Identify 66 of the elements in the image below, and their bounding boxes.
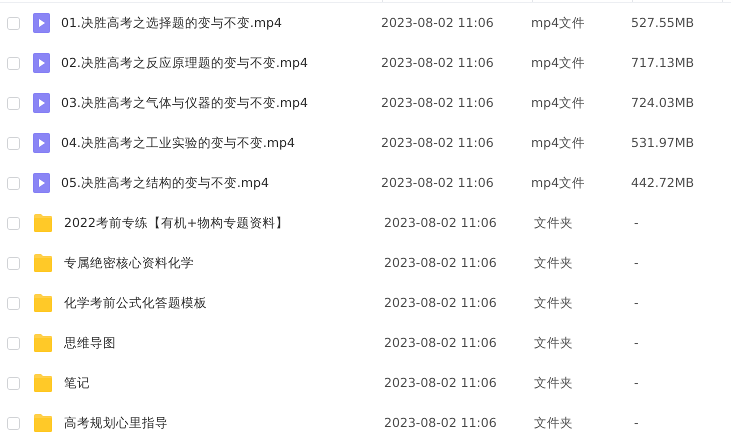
modified-date: 2023-08-02 11:06 <box>381 174 495 192</box>
file-size: 724.03MB <box>631 94 694 112</box>
file-type: 文件夹 <box>534 214 574 232</box>
file-name[interactable]: 02.决胜高考之反应原理题的变与不变.mp4 <box>61 54 381 72</box>
modified-date: 2023-08-02 11:06 <box>381 134 495 152</box>
file-type: mp4文件 <box>531 54 586 72</box>
checkbox[interactable] <box>7 416 20 430</box>
file-name[interactable]: 思维导图 <box>64 334 384 352</box>
file-name[interactable]: 笔记 <box>64 374 384 392</box>
video-file-icon <box>33 93 50 113</box>
modified-date: 2023-08-02 11:06 <box>381 94 495 112</box>
file-name[interactable]: 化学考前公式化答题模板 <box>64 294 384 312</box>
file-name[interactable]: 2022考前专练【有机+物构专题资料】 <box>64 214 384 232</box>
file-name[interactable]: 05.决胜高考之结构的变与不变.mp4 <box>61 174 381 192</box>
file-type: 文件夹 <box>534 254 574 272</box>
file-size: 717.13MB <box>631 54 694 72</box>
video-file-icon <box>33 173 50 193</box>
file-type: mp4文件 <box>531 174 586 192</box>
file-size: - <box>634 414 639 432</box>
modified-date: 2023-08-02 11:06 <box>384 414 498 432</box>
file-size: - <box>634 254 639 272</box>
modified-date: 2023-08-02 11:06 <box>384 334 498 352</box>
video-file-icon <box>33 53 50 73</box>
folder-icon <box>33 294 53 312</box>
video-file-icon <box>33 133 50 153</box>
file-size: - <box>634 214 639 232</box>
checkbox[interactable] <box>7 56 20 70</box>
modified-date: 2023-08-02 11:06 <box>384 254 498 272</box>
file-name[interactable]: 04.决胜高考之工业实验的变与不变.mp4 <box>61 134 381 152</box>
file-size: 442.72MB <box>631 174 694 192</box>
folder-icon <box>33 214 53 232</box>
file-type: 文件夹 <box>534 334 574 352</box>
file-size: - <box>634 374 639 392</box>
file-name[interactable]: 01.决胜高考之选择题的变与不变.mp4 <box>61 14 381 32</box>
file-size: 531.97MB <box>631 134 694 152</box>
file-type: 文件夹 <box>534 294 574 312</box>
checkbox[interactable] <box>7 16 20 30</box>
checkbox[interactable] <box>7 176 20 190</box>
folder-icon <box>33 374 53 392</box>
checkbox[interactable] <box>7 136 20 150</box>
checkbox[interactable] <box>7 336 20 350</box>
folder-icon <box>33 334 53 352</box>
modified-date: 2023-08-02 11:06 <box>381 54 495 72</box>
modified-date: 2023-08-02 11:06 <box>381 14 495 32</box>
checkbox[interactable] <box>7 376 20 390</box>
folder-icon <box>33 414 53 432</box>
file-name[interactable]: 高考规划心里指导 <box>64 414 384 432</box>
file-type: 文件夹 <box>534 374 574 392</box>
checkbox[interactable] <box>7 296 20 310</box>
modified-date: 2023-08-02 11:06 <box>384 214 498 232</box>
video-file-icon <box>33 13 50 33</box>
folder-icon <box>33 254 53 272</box>
file-name[interactable]: 专属绝密核心资料化学 <box>64 254 384 272</box>
checkbox[interactable] <box>7 216 20 230</box>
file-type: mp4文件 <box>531 94 586 112</box>
file-size: - <box>634 294 639 312</box>
file-name[interactable]: 03.决胜高考之气体与仪器的变与不变.mp4 <box>61 94 381 112</box>
file-type: mp4文件 <box>531 14 586 32</box>
file-type: 文件夹 <box>534 414 574 432</box>
file-size: - <box>634 334 639 352</box>
file-type: mp4文件 <box>531 134 586 152</box>
checkbox[interactable] <box>7 96 20 110</box>
file-size: 527.55MB <box>631 14 694 32</box>
checkbox[interactable] <box>7 256 20 270</box>
modified-date: 2023-08-02 11:06 <box>384 374 498 392</box>
modified-date: 2023-08-02 11:06 <box>384 294 498 312</box>
